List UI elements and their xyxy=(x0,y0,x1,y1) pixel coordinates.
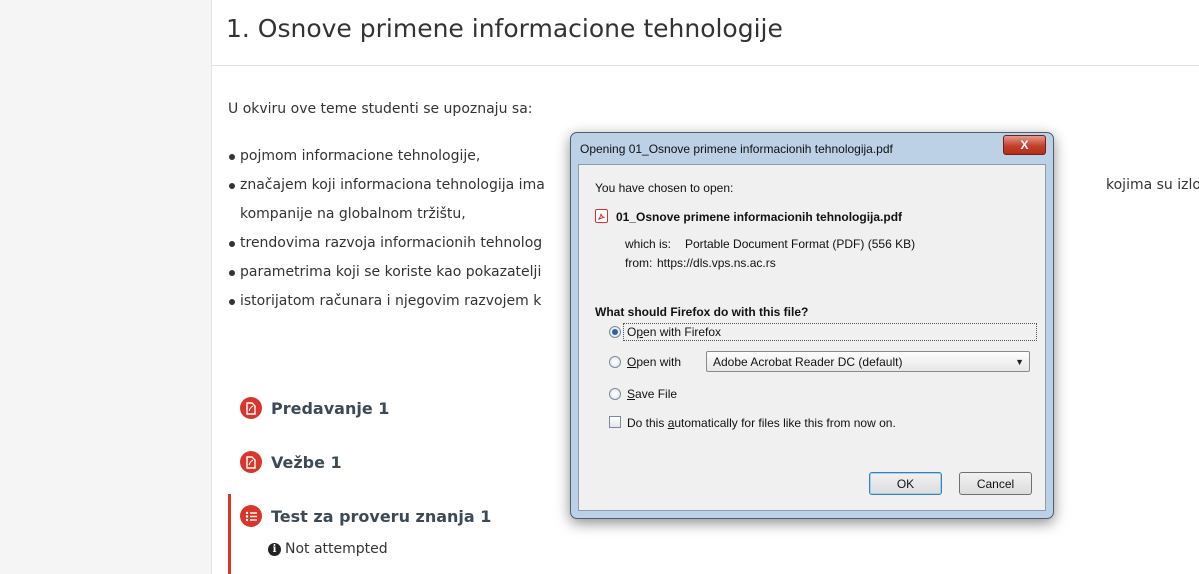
option-label: Save File xyxy=(627,387,678,401)
open-with-option[interactable]: Open with xyxy=(609,355,681,369)
bullet-icon xyxy=(229,154,235,160)
activity-label[interactable]: Test za proveru znanja 1 xyxy=(271,507,491,526)
file-source-label: from: xyxy=(625,256,653,270)
title-bar: 1. Osnove primene informacione tehnologi… xyxy=(212,0,1199,66)
status-text: Not attempted xyxy=(285,541,388,557)
pdf-icon xyxy=(240,451,262,473)
file-name: 01_Osnove primene informacionih tehnolog… xyxy=(616,210,903,224)
open-with-firefox-option[interactable]: Open with Firefox xyxy=(609,325,721,339)
completion-status: i Not attempted xyxy=(268,541,388,557)
file-source-value: https://dls.vps.ns.ac.rs xyxy=(657,256,776,270)
pdf-icon xyxy=(240,397,262,419)
close-button[interactable]: X xyxy=(1003,135,1046,155)
ok-button[interactable]: OK xyxy=(869,472,942,495)
file-type-label: which is: xyxy=(625,237,672,251)
bullet-icon xyxy=(229,241,235,247)
dialog-title: Opening 01_Osnove primene informacionih … xyxy=(580,142,893,156)
left-gutter xyxy=(0,0,211,574)
bullet-icon xyxy=(229,270,235,276)
dialog-body: You have chosen to open: 01_Osnove prime… xyxy=(578,164,1046,511)
activity-label[interactable]: Vežbe 1 xyxy=(271,453,342,472)
quiz-icon xyxy=(240,505,262,527)
activity-label[interactable]: Predavanje 1 xyxy=(271,399,389,418)
option-label: Open with Firefox xyxy=(627,325,722,339)
option-label: Open with xyxy=(627,355,682,369)
cancel-button[interactable]: Cancel xyxy=(959,472,1032,495)
intro-text: U okviru ove teme studenti se upoznaju s… xyxy=(228,101,533,117)
radio-unselected[interactable] xyxy=(609,388,621,400)
info-icon: i xyxy=(268,542,281,556)
save-file-option[interactable]: Save File xyxy=(609,387,677,401)
file-open-dialog: Opening 01_Osnove primene informacionih … xyxy=(570,132,1054,519)
activity-predavanje[interactable]: Predavanje 1 xyxy=(240,397,389,419)
radio-selected[interactable] xyxy=(609,326,621,338)
bullet-icon xyxy=(229,183,235,189)
topic-right-fragment: kojima su izloženi xyxy=(1106,177,1199,193)
auto-checkbox[interactable] xyxy=(609,416,621,428)
auto-checkbox-label: Do this automatically for files like thi… xyxy=(627,416,896,430)
activity-test[interactable]: Test za proveru znanja 1 xyxy=(240,505,491,527)
chosen-text: You have chosen to open: xyxy=(595,181,734,195)
bullet-icon xyxy=(229,299,235,305)
application-select[interactable]: Adobe Acrobat Reader DC (default) ▼ xyxy=(706,351,1030,372)
active-activity-marker xyxy=(228,494,231,574)
action-question: What should Firefox do with this file? xyxy=(595,305,809,319)
file-type-value: Portable Document Format (PDF) (556 KB) xyxy=(685,237,916,251)
radio-unselected[interactable] xyxy=(609,356,621,368)
page-title: 1. Osnove primene informacione tehnologi… xyxy=(226,14,783,43)
chevron-down-icon: ▼ xyxy=(1015,357,1024,367)
pdf-file-icon xyxy=(595,209,608,223)
activity-vezbe[interactable]: Vežbe 1 xyxy=(240,451,342,473)
